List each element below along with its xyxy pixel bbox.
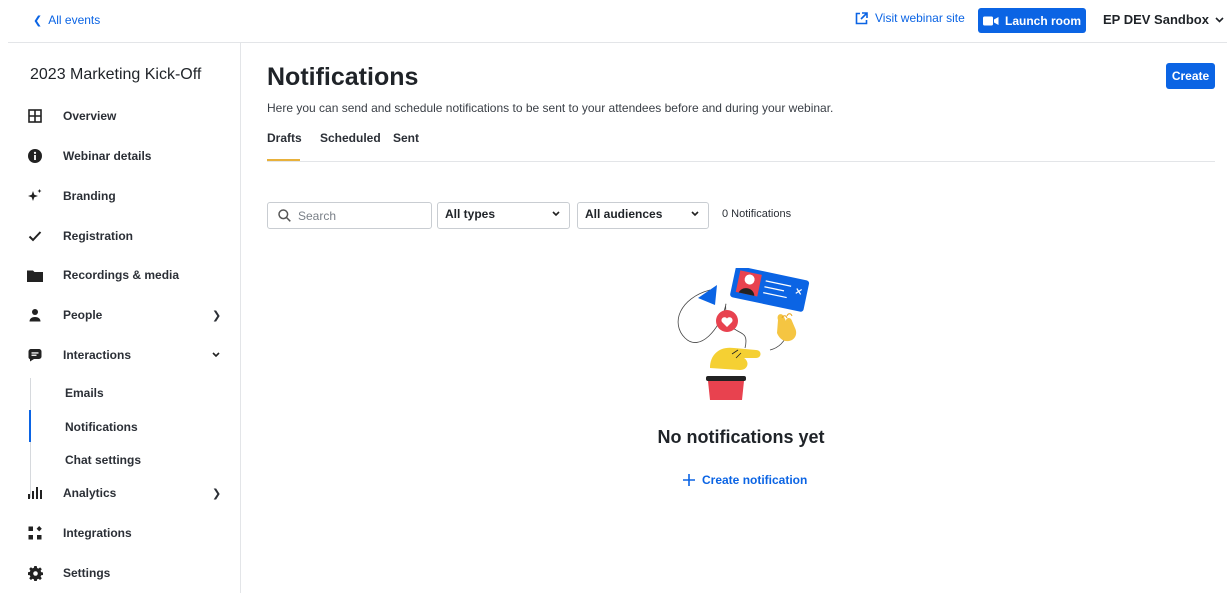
chevron-right-icon: ❯: [212, 487, 222, 500]
audience-filter-select[interactable]: All audiences: [577, 202, 709, 229]
tab-drafts[interactable]: Drafts: [267, 131, 302, 145]
sparkle-icon: [27, 188, 43, 204]
sidebar-item-overview[interactable]: Overview: [27, 106, 227, 126]
organization-label: EP DEV Sandbox: [1103, 12, 1209, 27]
search-input[interactable]: [298, 208, 418, 223]
sidebar-item-registration[interactable]: Registration: [27, 226, 227, 246]
sidebar-item-webinar-details[interactable]: Webinar details: [27, 146, 227, 166]
plus-icon: [683, 474, 695, 486]
tabs-divider: [267, 161, 1215, 162]
all-events-link[interactable]: ❮ All events: [33, 13, 100, 27]
create-button[interactable]: Create: [1166, 63, 1215, 89]
visit-webinar-site-link[interactable]: Visit webinar site: [855, 11, 965, 25]
chevron-down-icon: [552, 209, 560, 220]
event-title: 2023 Marketing Kick-Off: [30, 66, 202, 83]
check-icon: [27, 228, 43, 244]
sidebar-item-interactions[interactable]: Interactions: [27, 345, 227, 365]
sidebar-item-branding[interactable]: Branding: [27, 186, 227, 206]
folder-icon: [27, 267, 43, 283]
sidebar-item-label: Recordings & media: [63, 268, 180, 282]
search-icon: [278, 209, 291, 222]
video-camera-icon: [982, 16, 999, 25]
launch-room-button[interactable]: Launch room: [978, 8, 1086, 33]
chevron-down-icon: [212, 349, 220, 361]
notifications-count: 0 Notifications: [722, 208, 792, 220]
external-link-icon: [855, 11, 868, 24]
sub-nav-active-indicator: [29, 410, 31, 442]
sidebar-item-integrations[interactable]: Integrations: [27, 523, 227, 543]
organization-selector[interactable]: EP DEV Sandbox: [1103, 12, 1224, 27]
page-title: Notifications: [267, 63, 419, 91]
sidebar-subitem-notifications[interactable]: Notifications: [65, 420, 138, 434]
create-notification-label: Create notification: [702, 473, 808, 487]
all-events-label: All events: [48, 13, 101, 27]
sidebar-item-label: Analytics: [63, 486, 117, 500]
gear-icon: [27, 565, 43, 581]
type-filter-value: All types: [445, 207, 496, 221]
sidebar-item-label: Integrations: [63, 526, 132, 540]
type-filter-select[interactable]: All types: [437, 202, 570, 229]
grid-icon: [27, 108, 43, 124]
page-description: Here you can send and schedule notificat…: [267, 101, 834, 115]
empty-state-title: No notifications yet: [657, 427, 825, 447]
search-field[interactable]: [267, 202, 432, 229]
bar-chart-icon: [27, 485, 43, 501]
sidebar-item-analytics[interactable]: Analytics ❯: [27, 483, 227, 503]
sidebar: 2023 Marketing Kick-Off Overview Webinar…: [0, 43, 241, 593]
chevron-left-icon: ❮: [33, 14, 43, 27]
sidebar-item-recordings-media[interactable]: Recordings & media: [27, 265, 227, 285]
sidebar-item-label: Interactions: [63, 348, 132, 362]
tab-sent[interactable]: Sent: [393, 131, 419, 145]
sidebar-subitem-emails[interactable]: Emails: [65, 386, 104, 400]
sidebar-item-label: Branding: [63, 189, 116, 203]
person-icon: [27, 307, 43, 323]
tab-scheduled[interactable]: Scheduled: [320, 131, 381, 145]
sidebar-item-label: Webinar details: [63, 149, 152, 163]
sidebar-item-people[interactable]: People ❯: [27, 305, 227, 325]
sidebar-item-label: Settings: [63, 566, 111, 580]
sidebar-item-label: People: [63, 308, 103, 322]
launch-room-label: Launch room: [1004, 13, 1081, 28]
audience-filter-value: All audiences: [585, 207, 663, 221]
chevron-right-icon: ❯: [212, 309, 222, 322]
empty-notifications-illustration: [677, 268, 810, 400]
sidebar-subitem-chat-settings[interactable]: Chat settings: [65, 453, 141, 467]
chevron-down-icon: [691, 209, 699, 220]
sidebar-item-settings[interactable]: Settings: [27, 563, 227, 583]
visit-webinar-site-label: Visit webinar site: [875, 11, 965, 25]
sidebar-item-label: Overview: [63, 109, 117, 123]
chat-icon: [27, 347, 43, 363]
integrations-icon: [27, 525, 43, 541]
info-icon: [27, 148, 43, 164]
top-bar: ❮ All events Visit webinar site Launch r…: [0, 0, 1227, 43]
chevron-down-icon: [1215, 16, 1224, 23]
create-notification-link[interactable]: Create notification: [683, 473, 807, 487]
sidebar-item-label: Registration: [63, 229, 134, 243]
